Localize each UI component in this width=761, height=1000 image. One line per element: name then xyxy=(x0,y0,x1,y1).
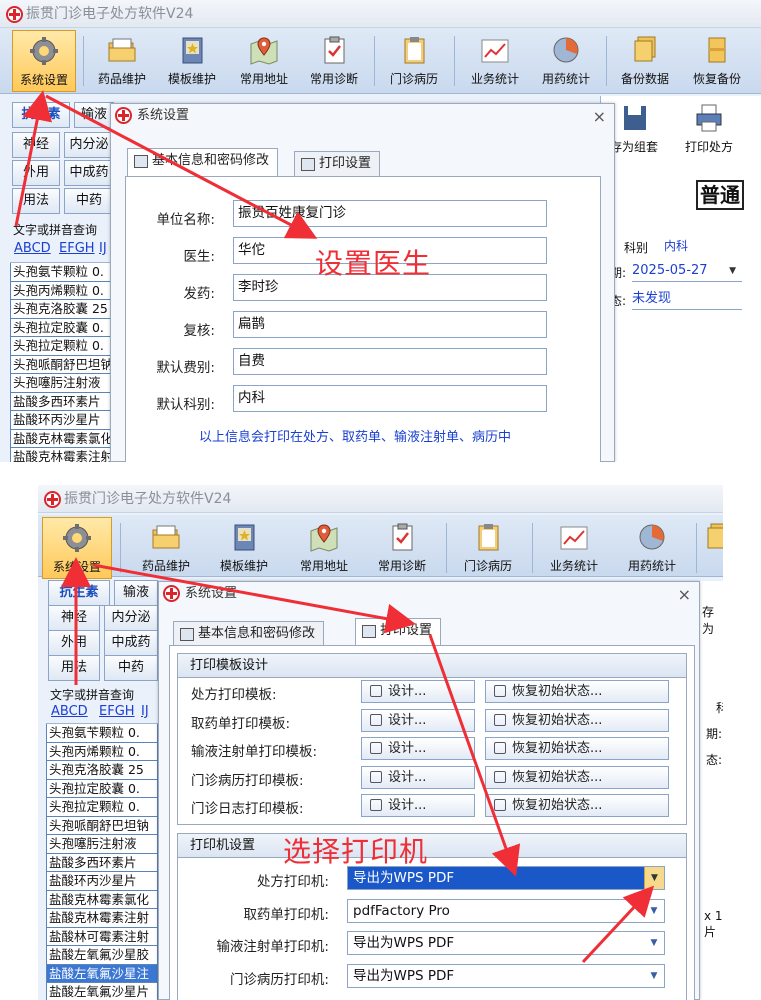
arrow-to-doctor-field xyxy=(45,94,318,239)
arrow-to-print-tab xyxy=(92,563,416,634)
arrow-to-printer-select xyxy=(428,634,521,877)
arrow-to-settings xyxy=(14,90,53,227)
screenshot-basic-info: 振贯门诊电子处方软件V24 系统设置 药品维护 模板维护 常用地址 常用诊断 门… xyxy=(0,0,761,462)
annotation-arrows xyxy=(61,557,655,964)
screenshot-print-settings: 振贯门诊电子处方软件V24 系统设置 药品维护 模板维护 常用地址 常用诊断 门… xyxy=(38,485,723,1000)
arrow-to-dropdown xyxy=(581,885,655,964)
annotation-arrows xyxy=(14,90,318,239)
